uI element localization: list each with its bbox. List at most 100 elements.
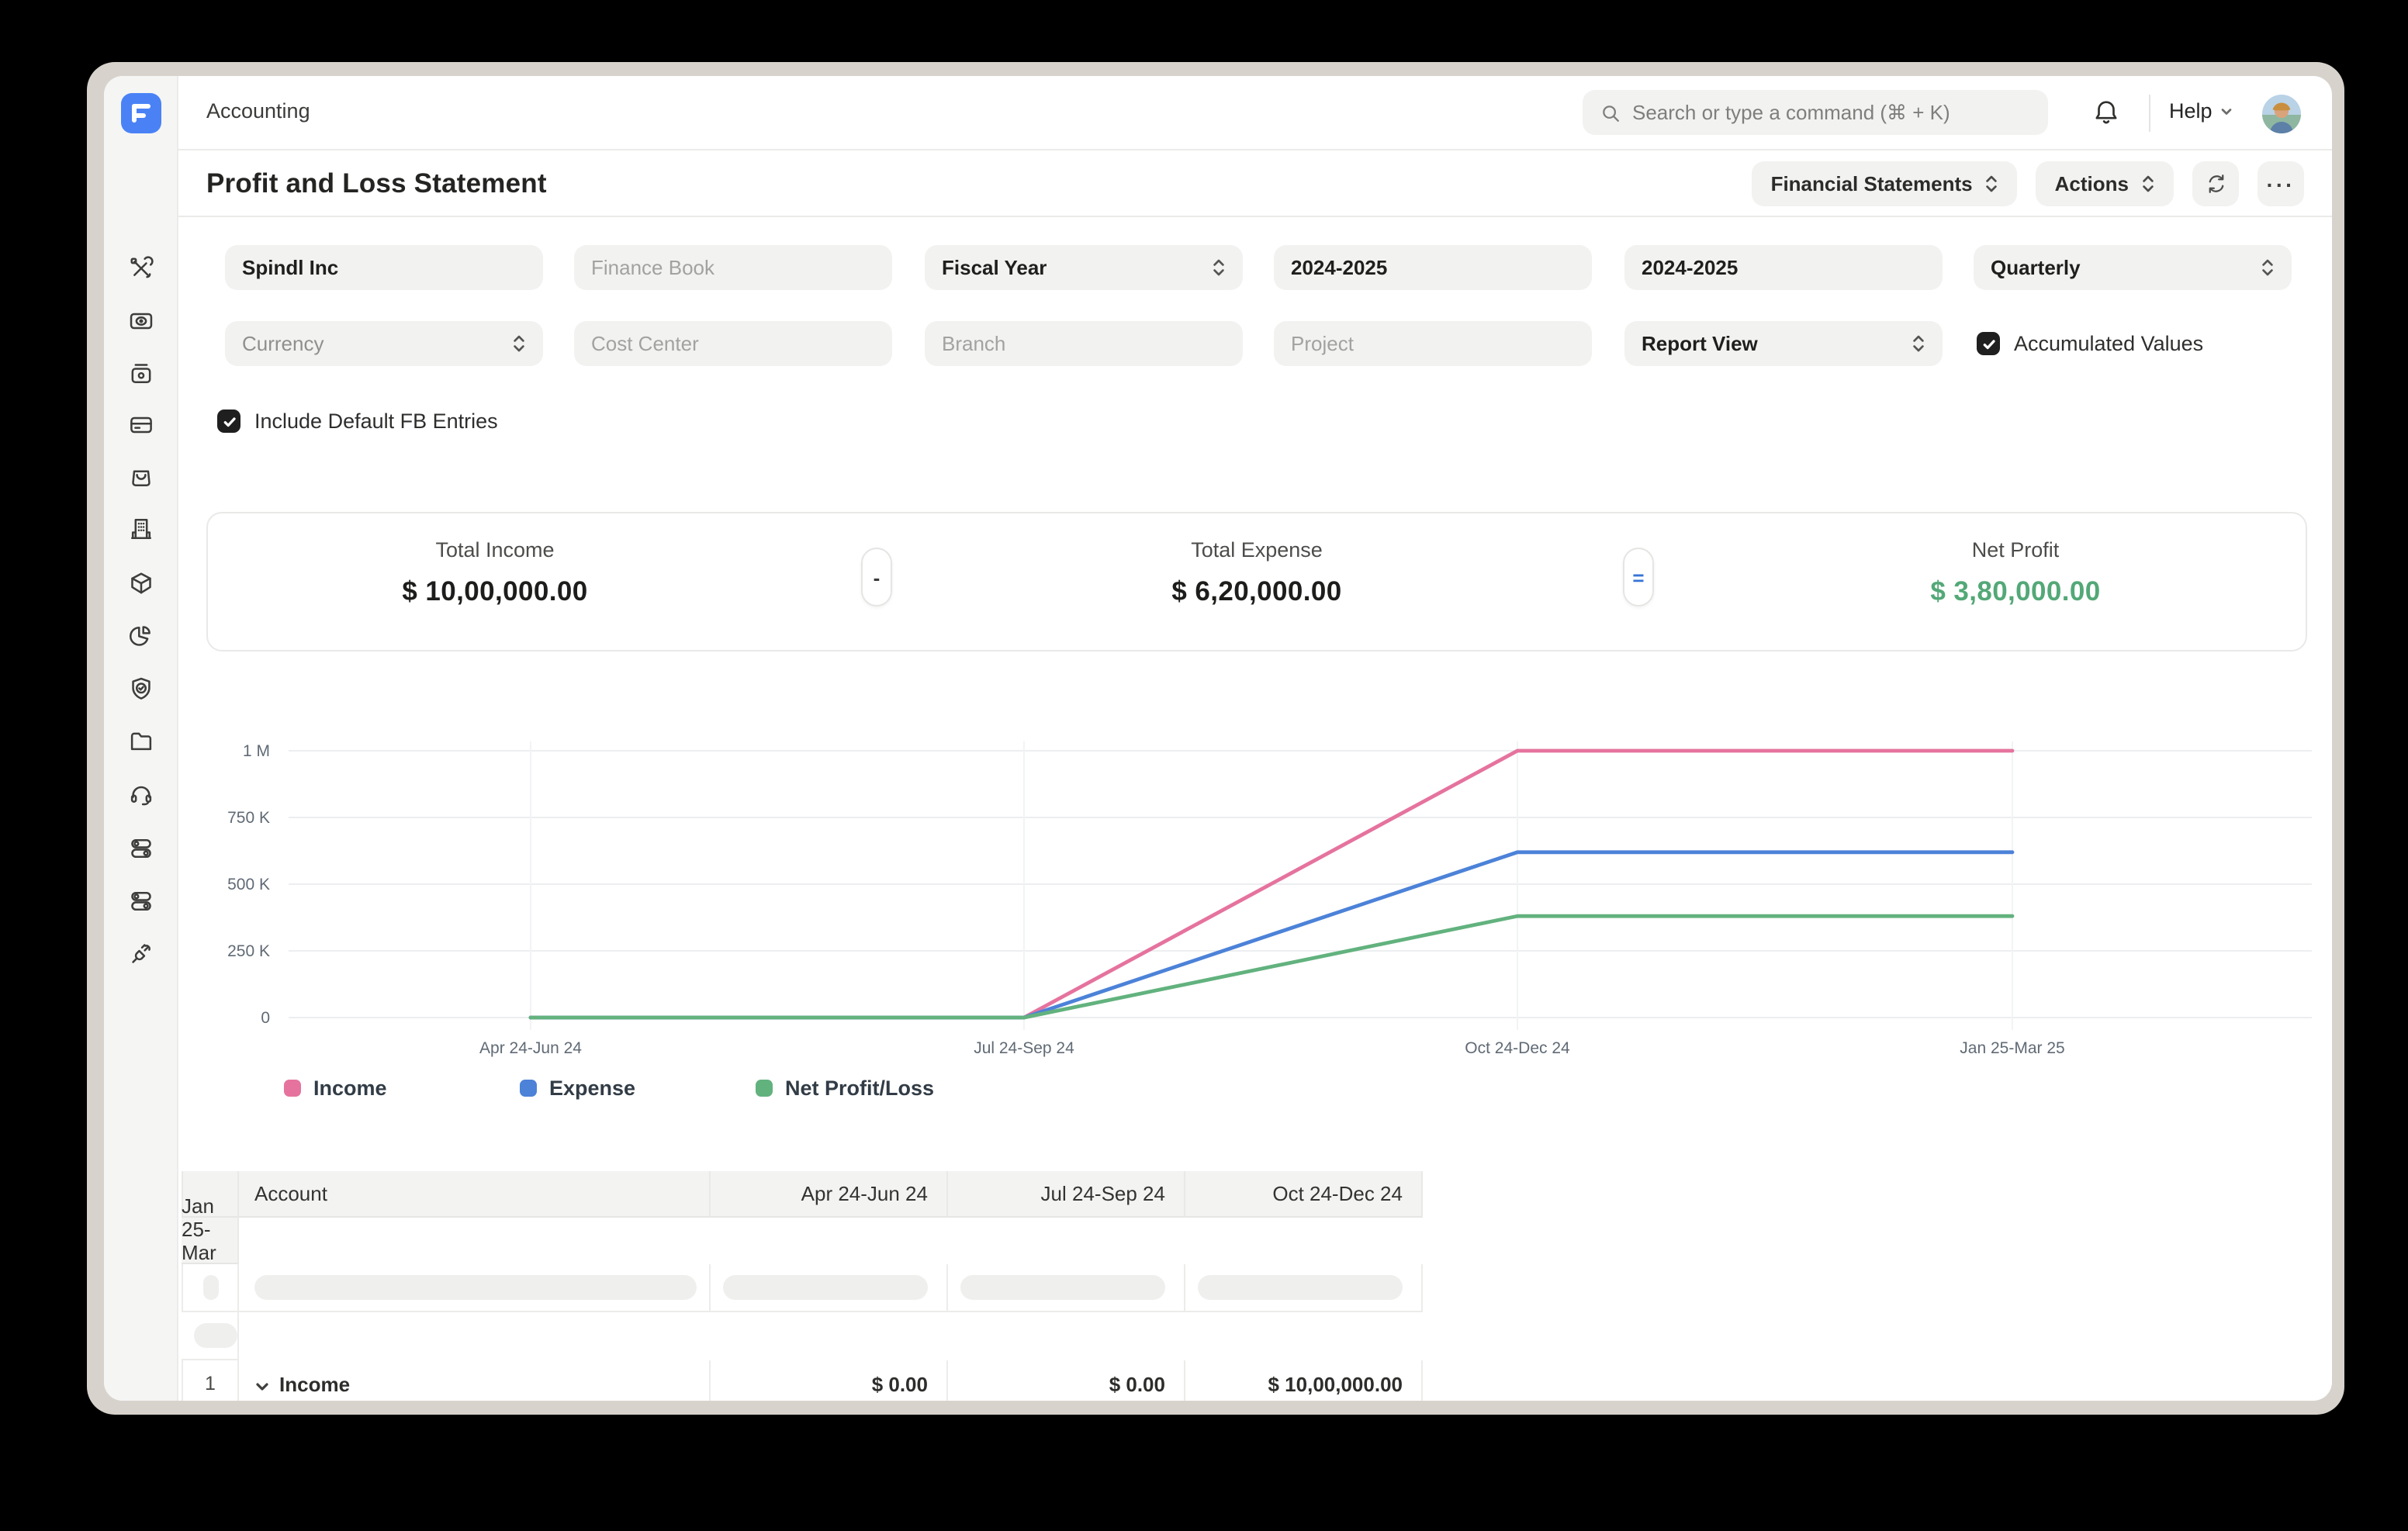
row-number: 1: [182, 1360, 239, 1401]
company-value: Spindl Inc: [242, 256, 526, 279]
finance-book-filter[interactable]: Finance Book: [574, 245, 892, 290]
total-income-value: $ 10,00,000.00: [309, 575, 681, 608]
more-menu-button[interactable]: ···: [2258, 161, 2304, 206]
chart-legend: Income Expense Net Profit/Loss: [178, 1077, 2332, 1101]
screen-background: Accounting Search or type a command (⌘ +…: [0, 0, 2408, 1531]
tools-icon[interactable]: [127, 254, 155, 282]
total-expense-stat: Total Expense $ 6,20,000.00: [1071, 538, 1443, 608]
money-cell: $ 10,00,000.00: [1185, 1360, 1423, 1401]
svg-text:Oct 24-Dec 24: Oct 24-Dec 24: [1465, 1039, 1570, 1057]
include-default-fb-label: Include Default FB Entries: [254, 410, 498, 433]
app-window: Accounting Search or type a command (⌘ +…: [87, 62, 2344, 1415]
toggles-alt-icon[interactable]: [127, 887, 155, 915]
app-logo-icon[interactable]: [121, 93, 161, 133]
net-profit-loss-legend-chip: [756, 1080, 773, 1097]
page-header-actions: Financial Statements Actions ···: [1752, 161, 2304, 206]
cash-icon[interactable]: [127, 307, 155, 335]
headset-icon[interactable]: [127, 780, 155, 808]
avatar[interactable]: [2262, 94, 2301, 133]
select-chevrons-icon: [1912, 334, 1925, 354]
income-legend-label: Income: [313, 1077, 387, 1100]
legend-net-profit-loss[interactable]: Net Profit/Loss: [756, 1077, 934, 1100]
report-view-select[interactable]: Report View: [1624, 321, 1943, 366]
page-header: Profit and Loss Statement Financial Stat…: [178, 150, 2332, 217]
start-year-value: 2024-2025: [1291, 256, 1575, 279]
shield-check-icon[interactable]: [127, 675, 155, 703]
net-profit-stat: Net Profit $ 3,80,000.00: [1829, 538, 2202, 608]
cost-center-filter[interactable]: Cost Center: [574, 321, 892, 366]
actions-dropdown[interactable]: Actions: [2036, 161, 2174, 206]
financial-statements-dropdown[interactable]: Financial Statements: [1752, 161, 2018, 206]
equals-sign: =: [1632, 565, 1644, 589]
chevron-down-icon: [2219, 103, 2234, 119]
q2-filter-cell[interactable]: [948, 1264, 1185, 1312]
total-income-stat: Total Income $ 10,00,000.00: [309, 538, 681, 608]
money-cell: $ 0.00: [711, 1360, 948, 1401]
account-filter-cell[interactable]: [239, 1264, 711, 1312]
legend-expense[interactable]: Expense: [520, 1077, 635, 1100]
summary-card: Total Income $ 10,00,000.00 - Total Expe…: [206, 512, 2307, 651]
company-filter[interactable]: Spindl Inc: [225, 245, 543, 290]
q1-filter-cell[interactable]: [711, 1264, 948, 1312]
start-year-filter[interactable]: 2024-2025: [1274, 245, 1592, 290]
topbar-divider: [2149, 95, 2150, 132]
minus-sign: -: [874, 565, 881, 589]
search-input[interactable]: Search or type a command (⌘ + K): [1583, 90, 2048, 135]
profit-loss-line-chart[interactable]: 1 M750 K500 K250 K0Apr 24-Jun 24Jul 24-S…: [217, 729, 2327, 1063]
toggles-icon[interactable]: [127, 835, 155, 862]
search-placeholder: Search or type a command (⌘ + K): [1632, 100, 1950, 125]
select-chevrons-icon: [2261, 257, 2275, 278]
svg-text:1 M: 1 M: [243, 742, 270, 760]
q1-column-header[interactable]: Apr 24-Jun 24: [711, 1171, 948, 1218]
net-profit-loss-legend-label: Net Profit/Loss: [785, 1077, 934, 1100]
currency-placeholder: Currency: [242, 332, 512, 355]
refresh-button[interactable]: [2192, 161, 2239, 206]
finance-book-placeholder: Finance Book: [591, 256, 875, 279]
include-default-fb-checkbox[interactable]: Include Default FB Entries: [217, 410, 498, 433]
project-filter[interactable]: Project: [1274, 321, 1592, 366]
plug-icon[interactable]: [127, 940, 155, 968]
select-chevrons-icon: [1985, 174, 1999, 194]
report-view-value: Report View: [1642, 332, 1912, 355]
actions-label: Actions: [2055, 172, 2129, 195]
income-legend-chip: [284, 1080, 301, 1097]
end-year-filter[interactable]: 2024-2025: [1624, 245, 1943, 290]
project-placeholder: Project: [1291, 332, 1575, 355]
help-menu[interactable]: Help: [2169, 99, 2234, 123]
legend-income[interactable]: Income: [284, 1077, 387, 1100]
q3-filter-cell[interactable]: [1185, 1264, 1423, 1312]
periodicity-select[interactable]: Quarterly: [1974, 245, 2292, 290]
package-icon[interactable]: [127, 569, 155, 597]
account-column-header[interactable]: Account: [239, 1171, 711, 1218]
page-title: Profit and Loss Statement: [206, 168, 547, 200]
card-icon[interactable]: [127, 411, 155, 439]
checkbox-checked-icon: [1977, 332, 2000, 355]
notifications-bell-icon[interactable]: [2091, 98, 2121, 127]
svg-text:0: 0: [261, 1009, 270, 1027]
end-year-value: 2024-2025: [1642, 256, 1925, 279]
table-header-row: Account Apr 24-Jun 24 Jul 24-Sep 24 Oct …: [182, 1171, 1660, 1264]
collapse-chevron-icon[interactable]: [254, 1376, 270, 1391]
svg-text:500 K: 500 K: [227, 876, 270, 893]
q4-column-header[interactable]: Jan 25-Mar 25: [182, 1218, 239, 1264]
branch-filter[interactable]: Branch: [925, 321, 1243, 366]
workspace-title: Accounting: [206, 99, 310, 123]
total-expense-value: $ 6,20,000.00: [1071, 575, 1443, 608]
shopping-bag-icon[interactable]: [127, 462, 155, 490]
q3-column-header[interactable]: Oct 24-Dec 24: [1185, 1171, 1423, 1218]
sidebar: [104, 76, 178, 1401]
currency-select[interactable]: Currency: [225, 321, 543, 366]
q2-column-header[interactable]: Jul 24-Sep 24: [948, 1171, 1185, 1218]
period-basis-select[interactable]: Fiscal Year: [925, 245, 1243, 290]
till-icon[interactable]: [127, 360, 155, 388]
account-cell-income[interactable]: Income: [239, 1360, 711, 1401]
period-basis-value: Fiscal Year: [942, 256, 1212, 279]
q4-filter-cell[interactable]: [182, 1312, 239, 1360]
main-area: Accounting Search or type a command (⌘ +…: [178, 76, 2332, 1401]
pie-chart-icon[interactable]: [127, 622, 155, 650]
building-icon[interactable]: [127, 515, 155, 543]
folder-icon[interactable]: [127, 727, 155, 755]
row-number-filter-cell[interactable]: [182, 1264, 239, 1312]
total-expense-label: Total Expense: [1071, 538, 1443, 562]
accumulated-values-checkbox[interactable]: Accumulated Values: [1977, 332, 2203, 355]
